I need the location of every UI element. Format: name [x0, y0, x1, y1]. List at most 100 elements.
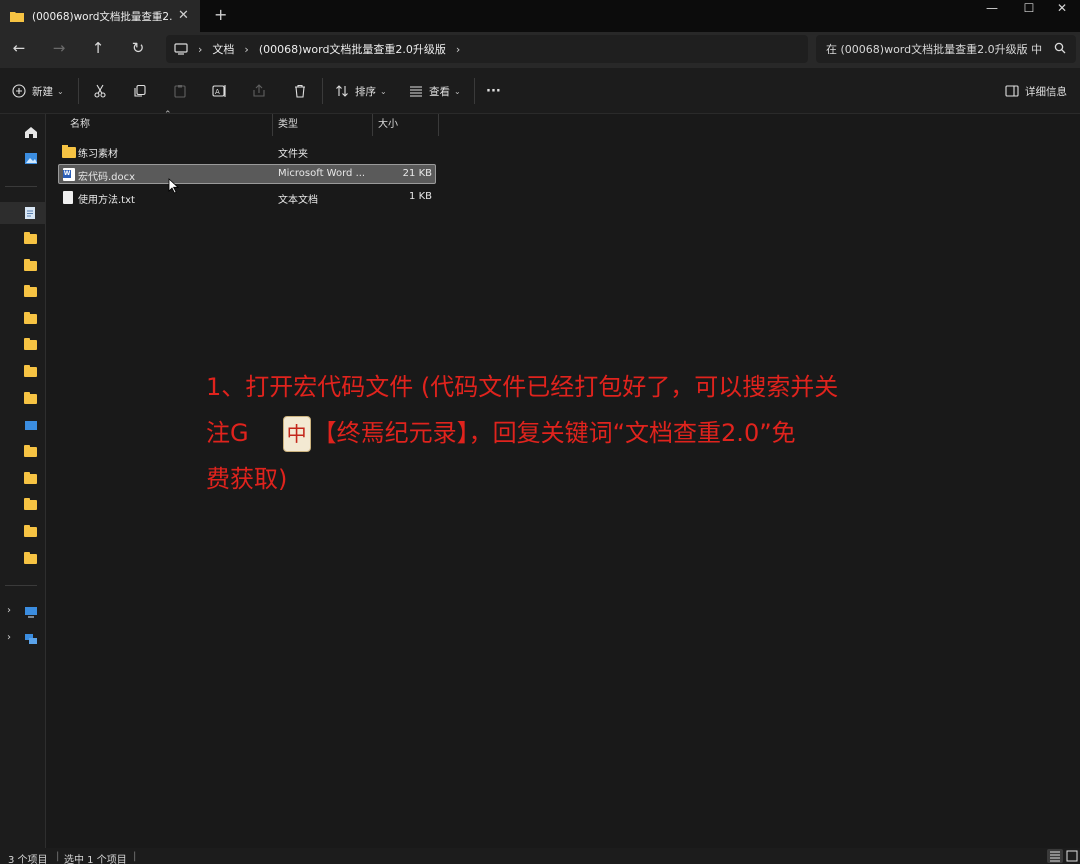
chevron-right-icon[interactable]: ›: [456, 43, 460, 56]
annotation-line-1: 1、打开宏代码文件 (代码文件已经打包好了，可以搜索并关: [206, 373, 839, 401]
minimize-button[interactable]: —: [974, 0, 1010, 20]
column-header-name[interactable]: 名称: [64, 114, 272, 136]
sort-button-label: 排序: [355, 85, 376, 98]
list-item[interactable]: 宏代码.docx Microsoft Word ... 21 KB: [58, 164, 436, 184]
breadcrumb-current-folder[interactable]: (00068)word文档批量查重2.0升级版: [259, 41, 446, 57]
file-name: 练习素材: [78, 149, 118, 160]
chevron-right-icon: ›: [198, 42, 203, 56]
maximize-button[interactable]: ☐: [1011, 0, 1047, 20]
breadcrumb-documents[interactable]: 文档: [212, 41, 234, 57]
file-size: 21 KB: [402, 168, 432, 179]
instruction-annotation: 1、打开宏代码文件 (代码文件已经打包好了，可以搜索并关 注G 中【终焉纪元录】，…: [206, 364, 896, 502]
network-icon[interactable]: [24, 633, 38, 645]
paste-button[interactable]: [173, 81, 187, 101]
copy-icon: [134, 84, 146, 97]
tab-title: (00068)word文档批量查重2.0升: [32, 10, 172, 23]
tab-close-button[interactable]: ✕: [178, 8, 189, 23]
share-button[interactable]: [252, 81, 266, 101]
sort-button[interactable]: 排序 ⌄: [335, 81, 387, 101]
navigation-pane: › ›: [0, 114, 46, 848]
scissors-icon: [94, 84, 106, 98]
folder-icon[interactable]: [24, 232, 38, 246]
folder-icon[interactable]: [24, 498, 38, 512]
annotation-line-2-prefix: 注G: [206, 419, 249, 447]
chevron-down-icon: ⌄: [454, 86, 461, 96]
view-button-label: 查看: [429, 85, 450, 98]
file-name: 使用方法.txt: [78, 195, 135, 206]
status-divider: |: [133, 851, 137, 862]
delete-button[interactable]: [293, 81, 307, 101]
folder-icon[interactable]: [24, 312, 38, 326]
file-type: Microsoft Word ...: [278, 168, 366, 179]
sort-icon: [336, 85, 348, 97]
details-pane-button[interactable]: 详细信息: [1005, 81, 1067, 101]
column-header-type[interactable]: 类型: [272, 114, 372, 136]
chevron-down-icon: ⌄: [380, 86, 387, 96]
folder-icon[interactable]: [24, 552, 38, 566]
folder-icon[interactable]: [24, 392, 38, 406]
file-size: 1 KB: [409, 191, 432, 202]
rename-button[interactable]: A: [212, 81, 227, 101]
folder-icon[interactable]: [24, 365, 38, 379]
mahjong-tile-icon: 中: [282, 416, 311, 452]
column-header-size[interactable]: 大小: [372, 114, 438, 136]
gallery-icon[interactable]: [24, 152, 38, 164]
list-item[interactable]: 使用方法.txt 文本文档 1 KB: [58, 188, 436, 208]
divider: [474, 78, 475, 104]
new-button[interactable]: 新建 ⌄: [12, 81, 64, 101]
command-bar: 新建 ⌄ A 排序 ⌄ 查看 ⌄ ··· 详细信息: [0, 68, 1080, 114]
status-bar: 3 个项目 | 选中 1 个项目 |: [0, 848, 1080, 864]
desktop-icon[interactable]: [24, 420, 38, 432]
refresh-button[interactable]: ↻: [127, 39, 149, 59]
divider: [322, 78, 323, 104]
folder-icon[interactable]: [24, 259, 38, 273]
folder-icon[interactable]: [24, 285, 38, 299]
folder-icon[interactable]: [24, 525, 38, 539]
chevron-right-icon: ›: [244, 42, 249, 56]
search-box[interactable]: 在 (00068)word文档批量查重2.0升级版 中: [816, 35, 1076, 63]
title-bar: (00068)word文档批量查重2.0升 ✕ + — ☐ ✕: [0, 0, 1080, 32]
folder-icon[interactable]: [24, 338, 38, 352]
folder-icon: [10, 12, 24, 22]
copy-button[interactable]: [133, 81, 147, 101]
home-icon[interactable]: [24, 126, 38, 138]
view-button[interactable]: 查看 ⌄: [409, 81, 461, 101]
folder-icon[interactable]: [24, 445, 38, 459]
close-window-button[interactable]: ✕: [1044, 0, 1080, 20]
more-options-button[interactable]: ···: [486, 81, 501, 101]
chevron-right-icon[interactable]: ›: [7, 605, 11, 616]
file-type: 文件夹: [278, 149, 308, 160]
divider: [5, 186, 37, 187]
column-divider[interactable]: [438, 114, 439, 136]
chevron-right-icon[interactable]: ›: [7, 632, 11, 643]
tab-active[interactable]: (00068)word文档批量查重2.0升 ✕: [0, 0, 200, 32]
navigation-bar: ← → ↑ ↻ › 文档 › (00068)word文档批量查重2.0升级版 ›…: [0, 32, 1080, 68]
documents-icon[interactable]: [24, 206, 38, 219]
back-button[interactable]: ←: [8, 39, 30, 59]
list-item[interactable]: 练习素材 文件夹: [58, 142, 436, 162]
new-tab-button[interactable]: +: [214, 5, 227, 24]
address-bar[interactable]: › 文档 › (00068)word文档批量查重2.0升级版 ›: [166, 35, 808, 63]
up-button[interactable]: ↑: [87, 39, 109, 59]
tiles-view-button[interactable]: [1065, 849, 1080, 863]
file-type: 文本文档: [278, 195, 318, 206]
search-input[interactable]: 在 (00068)word文档批量查重2.0升级版 中: [826, 41, 1046, 57]
chevron-down-icon: ⌄: [57, 86, 64, 96]
word-doc-icon: [63, 168, 75, 181]
clipboard-icon: [174, 85, 186, 98]
cut-button[interactable]: [93, 81, 107, 101]
tiles-view-icon: [1066, 850, 1078, 862]
new-button-label: 新建: [32, 85, 53, 98]
search-icon[interactable]: [1054, 42, 1066, 54]
details-pane-label: 详细信息: [1025, 85, 1067, 98]
details-view-button[interactable]: [1047, 849, 1063, 863]
folder-icon[interactable]: [24, 472, 38, 486]
annotation-line-2: 注G 中【终焉纪元录】，回复关键词“文档查重2.0”免: [206, 410, 896, 456]
sidebar-selected-highlight: [0, 202, 46, 224]
plus-circle-icon: [12, 84, 26, 98]
status-divider: |: [56, 851, 60, 862]
forward-button[interactable]: →: [48, 39, 70, 59]
text-file-icon: [63, 191, 73, 204]
this-pc-icon[interactable]: [24, 606, 38, 618]
divider: [5, 585, 37, 586]
